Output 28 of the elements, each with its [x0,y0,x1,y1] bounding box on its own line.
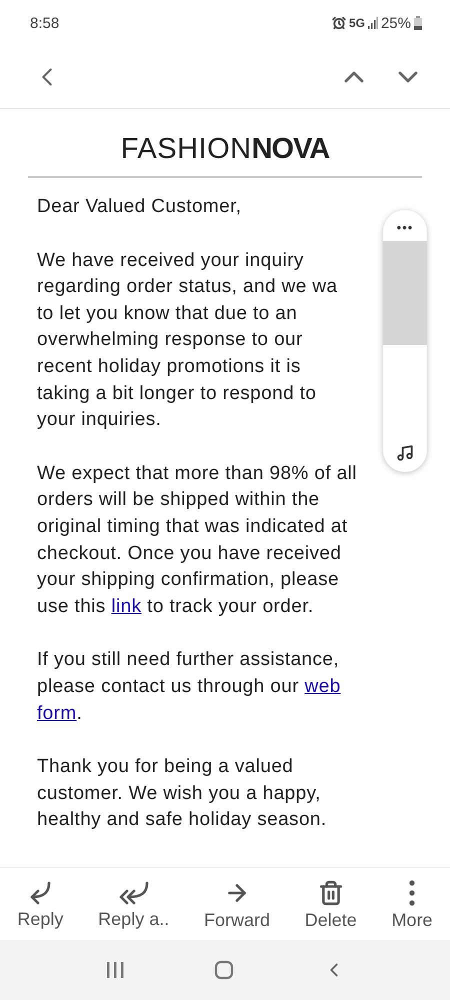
battery-percent: 25% [380,14,411,32]
more-icon [409,880,416,906]
network-type: 5G [348,16,365,30]
paragraph: If you still need further assistance, please contact us through our web form. [37,648,341,726]
link[interactable]: web [304,676,341,697]
reply-all-icon [116,880,151,904]
home-icon [214,960,234,980]
paragraph: We expect that more than 98% of all orders will be shipped within the original timing that was indicated at checkout. Once you have received your shipping confirmation, please use this link to track your order. [37,462,357,619]
link[interactable]: link [111,596,142,617]
music-note-icon [396,444,414,462]
recent-apps-icon [104,961,125,979]
greeting: Dear Valued Customer, [37,195,242,219]
signal-icon [368,17,378,29]
link[interactable]: form [37,702,77,724]
toolbar-button[interactable]: Reply a.. [96,880,172,930]
battery-icon [414,16,422,30]
alarm-icon [332,16,346,30]
paragraph: Thank you for being a valued customer. We wish you a happy, healthy and safe holiday season. [37,755,327,832]
toolbar-button[interactable]: Forward [202,880,272,930]
paragraph: We have received your inquiry regarding order status, and we wa to let you know that due to an overwhelming response to our recent holiday promotions it is taking a bit longer to respond to your inquiries. [37,248,338,432]
menu-dots[interactable]: ••• [396,210,414,241]
trash-icon [318,880,344,906]
toolbar-button[interactable]: Reply [15,880,66,930]
toolbar-button[interactable]: Delete [302,880,359,930]
volume-panel[interactable]: ••• [383,210,427,472]
toolbar-button[interactable]: More [390,880,435,930]
brand-logo: FASHIONNOVA [120,133,330,166]
clock-time: 8:58 [30,14,60,32]
